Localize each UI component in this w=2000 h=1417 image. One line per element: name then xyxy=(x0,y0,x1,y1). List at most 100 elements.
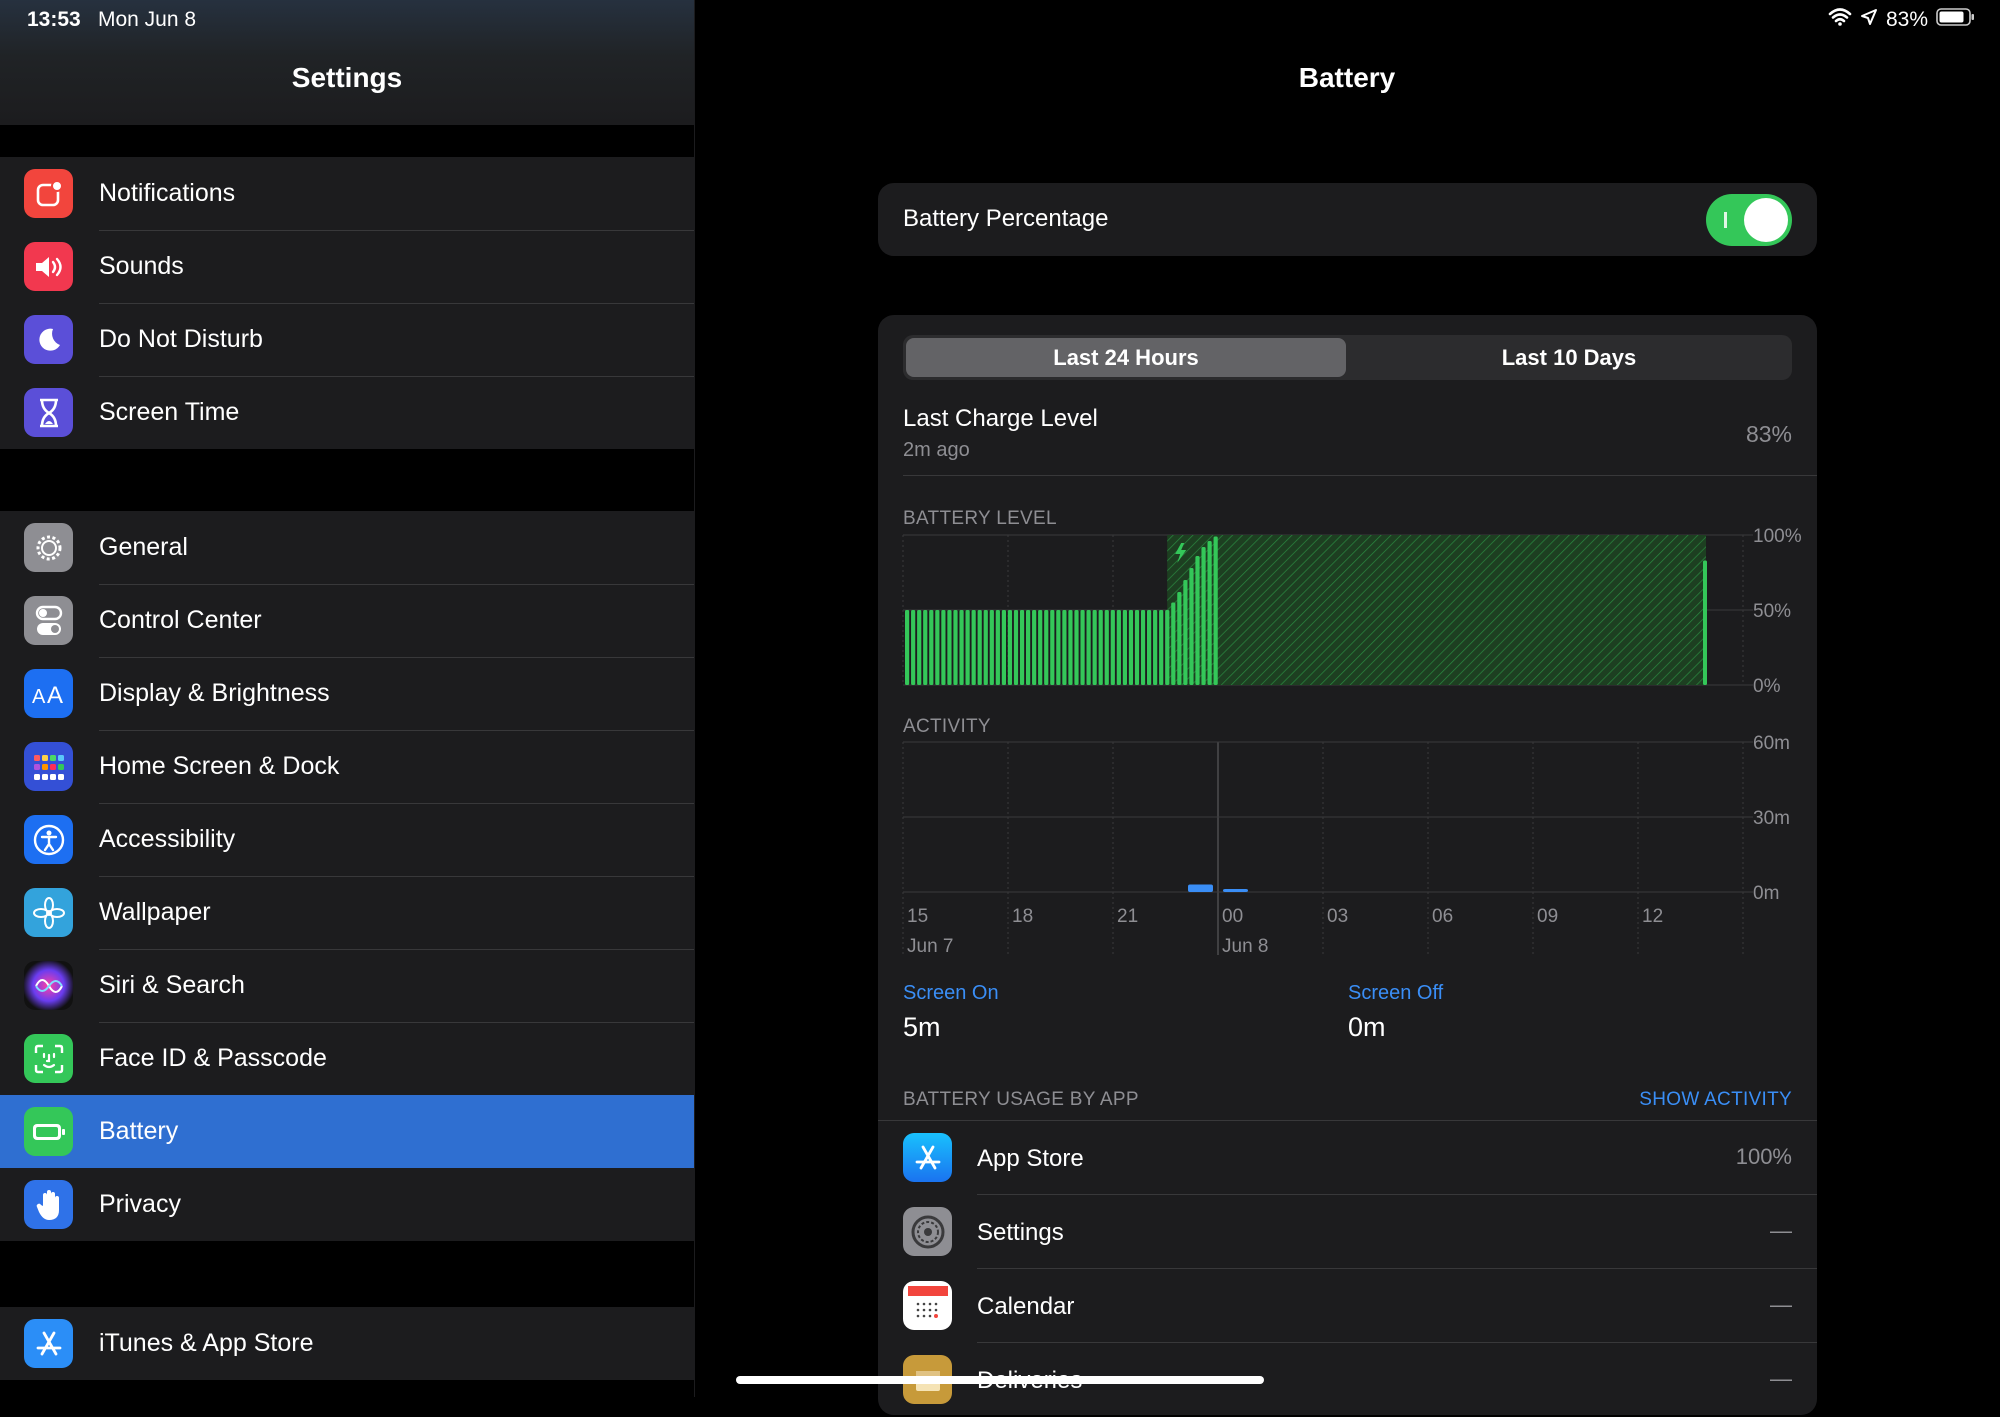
battery-bar xyxy=(1050,610,1055,685)
toggle-knob xyxy=(1744,198,1788,242)
x-tick-label: 21 xyxy=(1117,906,1138,927)
sidebar-item-do-not-disturb[interactable]: Do Not Disturb xyxy=(0,303,694,377)
battery-bar xyxy=(1092,610,1097,685)
battery-bar xyxy=(1044,610,1049,685)
battery-bar xyxy=(1195,556,1200,685)
sidebar-item-face-id[interactable]: Face ID & Passcode xyxy=(0,1022,694,1096)
siri-icon xyxy=(24,961,73,1010)
battery-bar xyxy=(1165,610,1170,685)
app-store-icon xyxy=(903,1133,952,1182)
battery-bar xyxy=(911,610,916,685)
sidebar-item-wallpaper[interactable]: Wallpaper xyxy=(0,876,694,950)
battery-bar xyxy=(1140,610,1146,685)
sidebar-item-general[interactable]: General xyxy=(0,511,694,585)
svg-text:A: A xyxy=(47,682,63,707)
sidebar-item-battery[interactable]: Battery xyxy=(0,1095,694,1168)
settings-group-3: iTunes & App Store xyxy=(0,1307,694,1380)
battery-y-tick: 100% xyxy=(1753,526,1802,547)
battery-bar xyxy=(1110,610,1115,685)
sidebar-item-itunes-app-store[interactable]: iTunes & App Store xyxy=(0,1307,694,1380)
app-name: App Store xyxy=(977,1145,1084,1172)
battery-bar-last xyxy=(1703,560,1707,685)
battery-bar xyxy=(947,610,952,685)
svg-text:A: A xyxy=(32,686,46,707)
app-store-icon xyxy=(24,1319,73,1368)
x-date-label: Jun 7 xyxy=(907,936,953,957)
gear-icon xyxy=(903,1207,952,1256)
battery-bar xyxy=(923,610,928,685)
sidebar-item-label: Notifications xyxy=(99,157,694,231)
battery-bar xyxy=(1062,610,1067,685)
battery-bar xyxy=(953,610,958,685)
app-usage-row[interactable]: Calendar — xyxy=(878,1269,1817,1343)
app-grid-icon xyxy=(24,742,73,791)
battery-bar xyxy=(1171,602,1176,685)
battery-bar xyxy=(977,610,982,685)
hourglass-icon xyxy=(24,388,73,437)
sidebar-item-notifications[interactable]: Notifications xyxy=(0,157,694,231)
sidebar-item-siri-search[interactable]: Siri & Search xyxy=(0,949,694,1023)
face-id-icon xyxy=(24,1034,73,1083)
x-tick-label: 15 xyxy=(907,906,928,927)
home-indicator[interactable] xyxy=(736,1376,1264,1384)
battery-bar xyxy=(1116,610,1121,685)
sidebar-item-privacy[interactable]: Privacy xyxy=(0,1168,694,1241)
activity-y-tick: 0m xyxy=(1753,883,1779,904)
sidebar-item-label: Wallpaper xyxy=(99,876,694,950)
sidebar-item-accessibility[interactable]: Accessibility xyxy=(0,803,694,877)
notifications-icon xyxy=(24,169,73,218)
x-date-label: Jun 8 xyxy=(1222,936,1268,957)
battery-y-tick: 0% xyxy=(1753,676,1781,697)
battery-bar xyxy=(1128,610,1134,685)
show-activity-button[interactable]: SHOW ACTIVITY xyxy=(1639,1089,1792,1111)
sidebar-item-screen-time[interactable]: Screen Time xyxy=(0,376,694,449)
battery-level-y-ticks: 100% 50% 0% xyxy=(1753,526,1802,697)
x-tick-label: 00 xyxy=(1222,906,1243,927)
sidebar-item-sounds[interactable]: Sounds xyxy=(0,230,694,304)
sidebar-item-label: Control Center xyxy=(99,584,694,658)
sidebar-item-control-center[interactable]: Control Center xyxy=(0,584,694,658)
activity-bar xyxy=(1223,889,1248,892)
battery-bar xyxy=(1159,610,1164,685)
battery-bar xyxy=(971,610,976,685)
status-date: Mon Jun 8 xyxy=(98,8,197,31)
battery-bar xyxy=(1189,568,1194,685)
toggles-icon xyxy=(24,596,73,645)
battery-bar xyxy=(1098,610,1103,685)
x-tick-label: 12 xyxy=(1642,906,1663,927)
app-usage-row[interactable]: App Store 100% xyxy=(878,1121,1817,1195)
app-usage-value: — xyxy=(1770,1218,1792,1243)
sidebar-item-label: Accessibility xyxy=(99,803,694,877)
battery-bar xyxy=(905,610,910,685)
battery-bar xyxy=(1013,610,1019,685)
battery-percentage-toggle[interactable] xyxy=(1706,194,1792,246)
settings-group-1: Notifications Sounds Do Not Disturb Scre… xyxy=(0,157,694,449)
battery-bar xyxy=(1086,610,1091,685)
activity-y-tick: 60m xyxy=(1753,733,1790,754)
battery-bar xyxy=(1207,541,1212,685)
app-usage-value: — xyxy=(1770,1366,1792,1391)
app-usage-row[interactable]: Settings — xyxy=(878,1195,1817,1269)
sidebar-item-label: Siri & Search xyxy=(99,949,694,1023)
battery-icon xyxy=(24,1107,73,1156)
battery-bar xyxy=(1038,610,1043,685)
battery-percentage-label: Battery Percentage xyxy=(903,205,1109,232)
activity-bar xyxy=(1188,884,1213,892)
battery-bar xyxy=(1068,610,1073,685)
sidebar-item-display-brightness[interactable]: AA Display & Brightness xyxy=(0,657,694,731)
battery-bar xyxy=(959,610,964,685)
battery-bar xyxy=(1122,610,1127,685)
moon-icon xyxy=(24,315,73,364)
battery-bar xyxy=(1134,610,1140,685)
battery-bar xyxy=(929,610,934,685)
battery-usage-heading: BATTERY USAGE BY APP xyxy=(903,1089,1139,1110)
battery-bar xyxy=(935,610,940,685)
settings-group-2: General Control Center AA Display & Brig… xyxy=(0,511,694,1241)
sidebar-title: Settings xyxy=(291,62,403,93)
sidebar-item-home-screen-dock[interactable]: Home Screen & Dock xyxy=(0,730,694,804)
battery-bar xyxy=(1183,580,1188,685)
battery-bar xyxy=(1201,547,1206,685)
battery-bar xyxy=(1001,610,1006,685)
charging-plateau-area xyxy=(1167,535,1706,685)
x-tick-label: 03 xyxy=(1327,906,1348,927)
